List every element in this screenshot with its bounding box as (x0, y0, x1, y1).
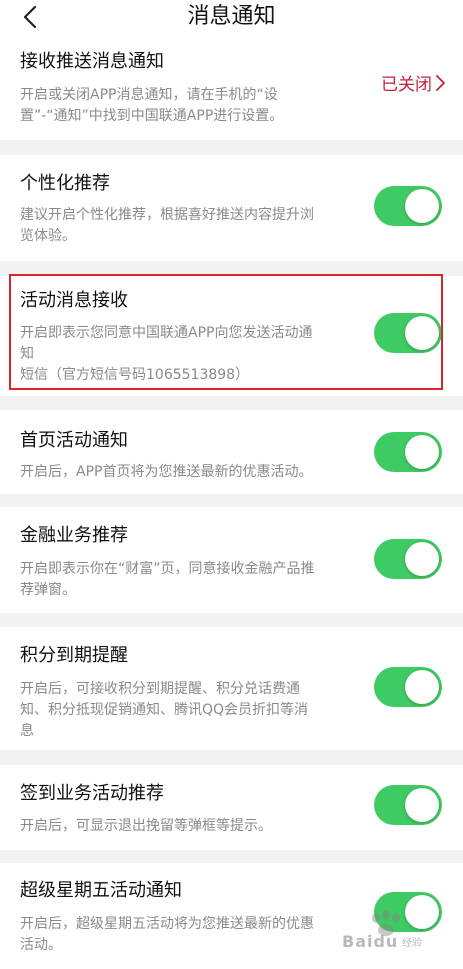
section-description: 开启即表示你在“财富”页，同意接收金融产品推 荐弹窗。 (20, 561, 315, 598)
section-title: 接收推送消息通知 (20, 51, 164, 72)
section-push-notifications: 接收推送消息通知 开启或关闭APP消息通知，请在手机的“设 置”-“通知”中找到… (0, 36, 463, 140)
homepage-activity-toggle[interactable] (374, 432, 442, 472)
push-status-link[interactable]: 已关闭 (381, 70, 445, 95)
section-title: 金融业务推荐 (20, 525, 128, 546)
section-description: 开启后，可显示退出挽留等弹框等提示。 (20, 818, 272, 834)
toggle-knob (405, 670, 439, 704)
checkin-recommendation-toggle[interactable] (374, 785, 442, 825)
toggle-knob (405, 542, 439, 576)
section-description: 开启即表示您同意中国联通APP向您发送活动通 知 短信（官方短信号码106551… (20, 325, 313, 383)
section-title: 个性化推荐 (20, 173, 110, 194)
section-description: 建议开启个性化推荐，根据喜好推送内容提升浏 览体验。 (20, 207, 314, 244)
section-description: 开启或关闭APP消息通知，请在手机的“设 置”-“通知”中找到中国联通APP进行… (20, 87, 284, 124)
section-super-friday: 超级星期五活动通知 开启后，超级星期五活动将为您推送最新的优惠 活动。 (0, 863, 463, 969)
points-expiry-toggle[interactable] (374, 667, 442, 707)
section-description: 开启后，APP首页将为您推送最新的优惠活动。 (20, 464, 313, 480)
section-checkin-recommendation: 签到业务活动推荐 开启后，可显示退出挽留等弹框等提示。 (0, 765, 463, 850)
section-title: 活动消息接收 (20, 290, 128, 311)
section-personalized-recommendation: 个性化推荐 建议开启个性化推荐，根据喜好推送内容提升浏 览体验。 (0, 155, 463, 261)
toggle-knob (405, 788, 439, 822)
section-activity-messages: 活动消息接收 开启即表示您同意中国联通APP向您发送活动通 知 短信（官方短信号… (0, 276, 463, 396)
finance-recommendation-toggle[interactable] (374, 539, 442, 579)
section-description: 开启后，超级星期五活动将为您推送最新的优惠 活动。 (20, 916, 314, 953)
section-finance-recommendation: 金融业务推荐 开启即表示你在“财富”页，同意接收金融产品推 荐弹窗。 (0, 507, 463, 613)
toggle-knob (405, 316, 439, 350)
page-title: 消息通知 (187, 4, 276, 29)
section-title: 超级星期五活动通知 (20, 880, 182, 901)
header-bar: 消息通知 (0, 0, 463, 36)
section-title: 首页活动通知 (20, 430, 128, 451)
chevron-right-icon (436, 74, 445, 91)
section-description: 开启后，可接收积分到期提醒、积分兑话费通 知、积分抵现促销通知、腾讯QQ会员折扣… (20, 681, 309, 739)
personalized-recommendation-toggle[interactable] (374, 186, 442, 226)
toggle-knob (405, 895, 439, 929)
activity-messages-toggle[interactable] (374, 313, 442, 353)
section-homepage-activity: 首页活动通知 开启后，APP首页将为您推送最新的优惠活动。 (0, 410, 463, 494)
section-points-expiry: 积分到期提醒 开启后，可接收积分到期提醒、积分兑话费通 知、积分抵现促销通知、腾… (0, 627, 463, 750)
super-friday-toggle[interactable] (374, 892, 442, 932)
section-title: 积分到期提醒 (20, 645, 128, 666)
toggle-knob (405, 435, 439, 469)
section-title: 签到业务活动推荐 (20, 783, 164, 804)
push-status-text: 已关闭 (381, 75, 432, 95)
toggle-knob (405, 189, 439, 223)
